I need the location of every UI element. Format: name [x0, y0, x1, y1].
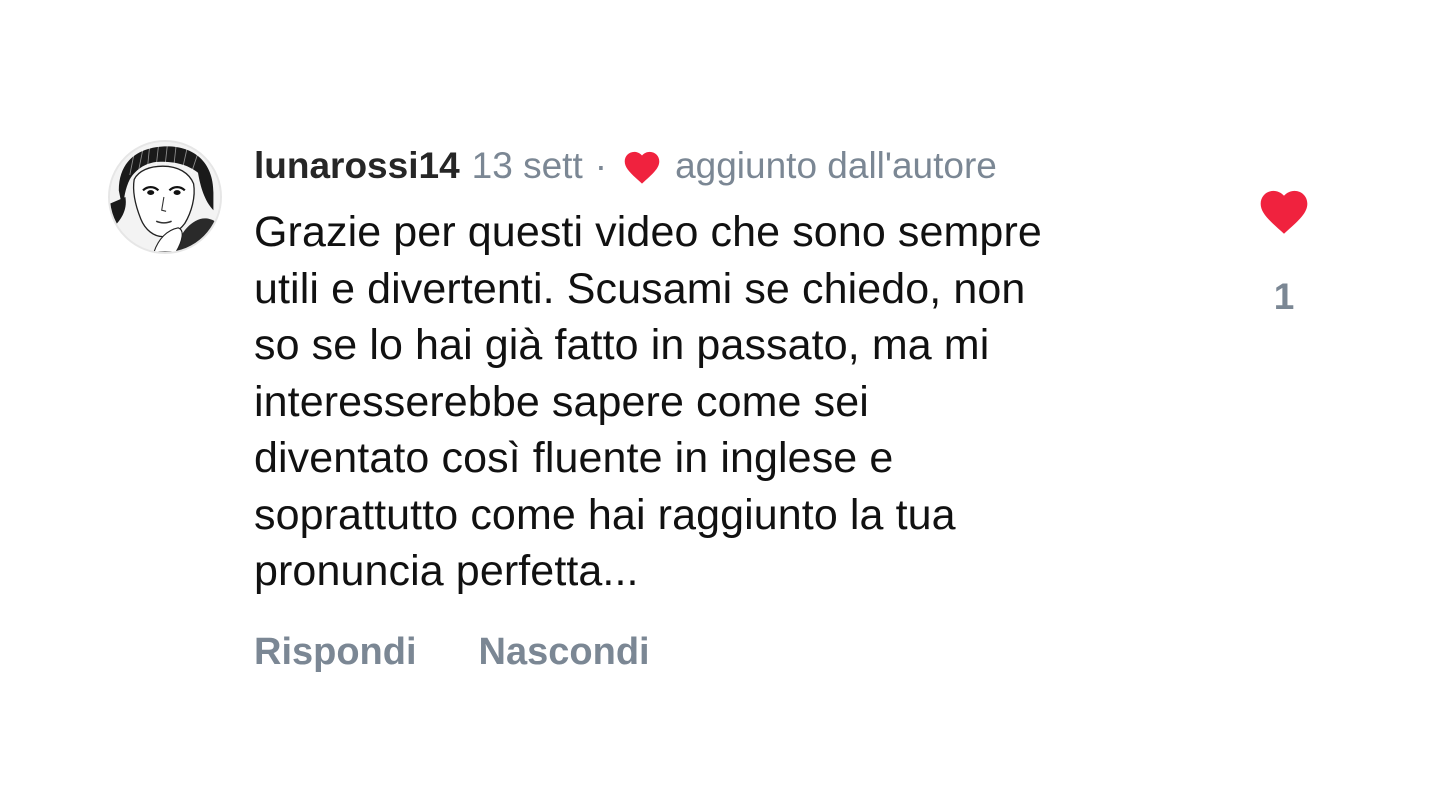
author-heart-icon	[621, 147, 663, 185]
like-button[interactable]	[1256, 184, 1312, 236]
comment-line: interesserebbe sapere come sei	[254, 377, 869, 426]
like-column: 1	[1250, 184, 1320, 324]
comment-line: Grazie per questi video che sono sempre	[254, 208, 1042, 256]
comment-line: utili e divertenti. Scusami se chiedo, n…	[254, 264, 1026, 313]
heart-icon	[1260, 190, 1308, 234]
user-avatar-icon	[110, 142, 220, 252]
comment: lunarossi14 13 sett · aggiunto dall'auto…	[0, 0, 1448, 796]
username-link[interactable]: lunarossi14	[254, 142, 460, 190]
comment-timestamp: 13 sett	[471, 145, 583, 186]
comment-line: pronuncia perfetta...	[254, 547, 639, 595]
comment-line: so se lo hai già fatto in passato, ma mi	[254, 321, 990, 369]
comment-actions: Rispondi Nascondi	[254, 624, 650, 680]
comment-line: soprattutto come hai raggiunto la tua	[254, 490, 956, 539]
author-liked-label: aggiunto dall'autore	[675, 145, 997, 186]
hide-button[interactable]: Nascondi	[479, 631, 650, 674]
comment-line: diventato così fluente in inglese e	[254, 434, 894, 482]
user-avatar[interactable]	[108, 140, 222, 254]
comment-body: Grazie per questi video che sono sempre …	[254, 204, 1214, 600]
meta-separator: ·	[594, 145, 608, 186]
reply-button[interactable]: Rispondi	[254, 631, 417, 674]
like-count: 1	[1273, 276, 1295, 317]
comment-header: lunarossi14 13 sett · aggiunto dall'auto…	[254, 142, 997, 190]
